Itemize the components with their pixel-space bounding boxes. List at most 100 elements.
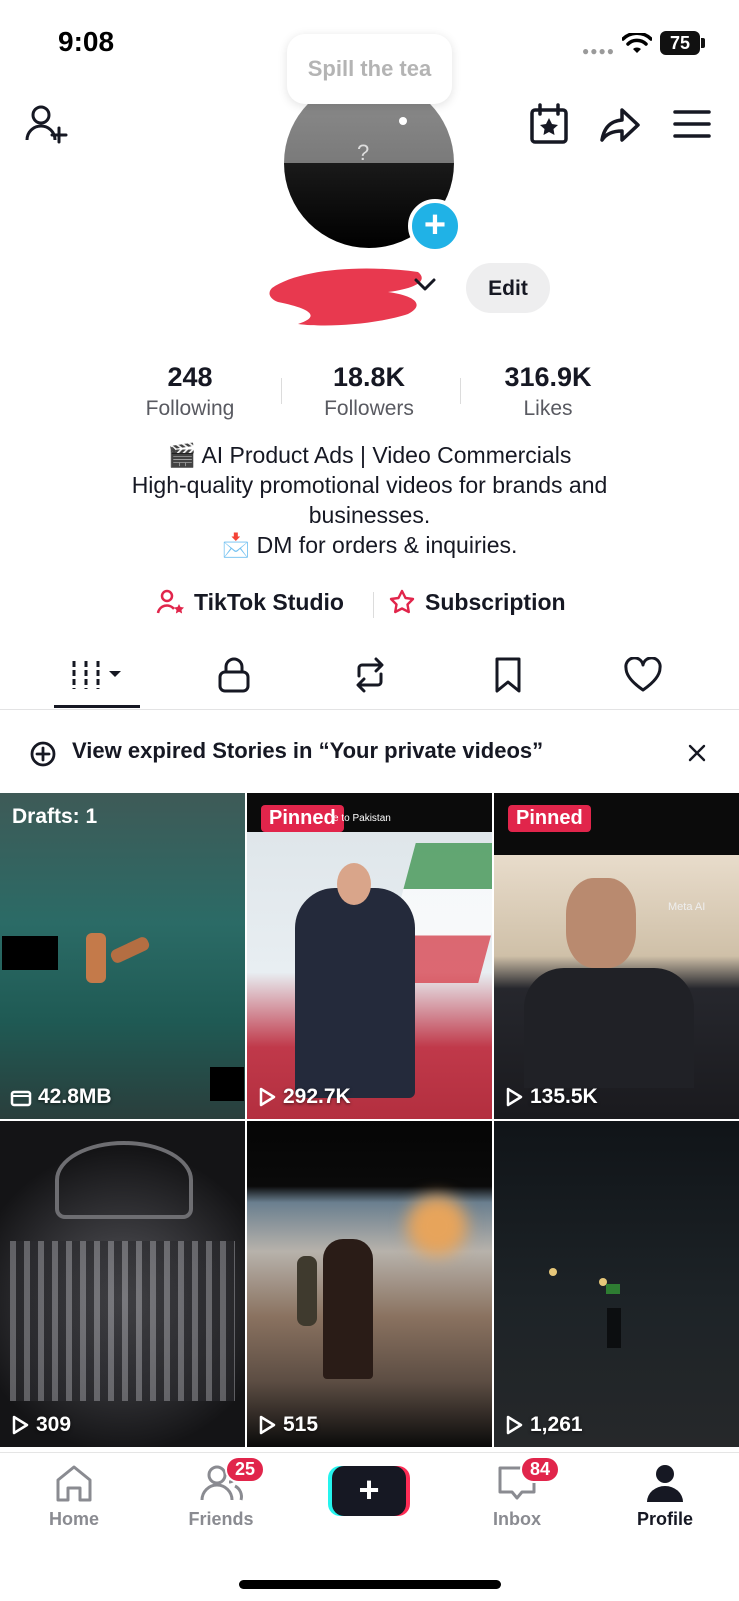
chevron-down-icon[interactable] (412, 276, 438, 294)
play-icon (506, 1415, 523, 1435)
thumbnail-light (549, 1268, 557, 1276)
stat-likes[interactable]: 316.9K Likes (473, 362, 623, 421)
stat-following[interactable]: 248 Following (115, 362, 265, 421)
thumbnail-figure (295, 888, 415, 1098)
stat-divider (281, 378, 282, 404)
cellular-signal-icon: ●●●● (582, 44, 615, 58)
video-tile[interactable]: 1,261 (494, 1121, 739, 1447)
create-video-button[interactable]: + (332, 1466, 406, 1516)
nav-label: Friends (188, 1509, 254, 1529)
bio-line: High-quality promotional videos for bran… (131, 472, 608, 498)
stat-label: Likes (523, 397, 573, 420)
view-count: 292.7K (257, 1085, 351, 1109)
active-tab-indicator (54, 705, 140, 708)
subscription-star-icon (389, 589, 415, 614)
play-icon (506, 1087, 523, 1107)
play-icon (259, 1087, 276, 1107)
nav-label: Profile (636, 1509, 693, 1529)
grid-videos-icon (72, 661, 121, 689)
thumbnail-figure (297, 1256, 317, 1326)
home-icon (56, 1465, 92, 1502)
close-icon[interactable] (686, 742, 708, 764)
redacted-username (269, 268, 422, 326)
draft-video-tile[interactable]: Drafts: 1 42.8MB (0, 793, 245, 1119)
subscription-link[interactable]: Subscription (387, 588, 566, 616)
stat-value: 18.8K (332, 362, 406, 392)
view-count: 1,261 (504, 1413, 583, 1437)
friends-notification-badge: 25 (225, 1456, 266, 1483)
play-icon (259, 1415, 276, 1435)
stat-label: Following (145, 397, 235, 420)
bio-line: businesses. (308, 502, 431, 528)
watermark-block (2, 936, 58, 970)
wifi-icon (622, 33, 652, 53)
thumbnail-face (337, 863, 371, 905)
thumbnail-figure (524, 968, 694, 1088)
envelope-icon: 📩 (221, 532, 251, 558)
thumbnail-figure (86, 933, 106, 983)
share-icon[interactable] (598, 102, 644, 148)
nav-profile[interactable]: Profile (610, 1462, 720, 1530)
view-count: 309 (10, 1413, 71, 1437)
stat-label: Followers (324, 397, 414, 420)
bio-line: 🎬 AI Product Ads | Video Commercials (40, 440, 699, 470)
nav-home[interactable]: Home (19, 1462, 129, 1530)
tiktok-studio-link[interactable]: TikTok Studio (156, 588, 344, 616)
flag-image (606, 1284, 620, 1294)
pinned-badge: Pinned (508, 805, 591, 832)
thumbnail-fire (407, 1196, 467, 1256)
thumbnail-figure (607, 1308, 621, 1348)
add-story-button[interactable]: + (408, 199, 462, 253)
calendar-star-icon[interactable] (527, 102, 573, 148)
link-label: Subscription (425, 588, 566, 615)
link-divider (373, 592, 374, 618)
thumbnail-shape (10, 1241, 235, 1401)
tab-saved[interactable] (478, 653, 538, 697)
video-tile[interactable]: 515 (247, 1121, 492, 1447)
home-indicator (239, 1580, 501, 1589)
bookmark-icon (495, 657, 521, 693)
stat-value: 316.9K (504, 362, 592, 392)
thumbnail-face (566, 878, 636, 968)
tab-videos[interactable] (68, 653, 128, 697)
meta-ai-watermark: Meta AI (668, 901, 706, 913)
video-tile[interactable]: 309 (0, 1121, 245, 1447)
bio-text: DM for orders & inquiries. (256, 532, 518, 558)
heart-icon (624, 657, 662, 692)
profile-icon (647, 1465, 683, 1502)
nav-label: Inbox (493, 1509, 541, 1529)
drafts-count: Drafts: 1 (12, 805, 98, 828)
stat-followers[interactable]: 18.8K Followers (294, 362, 444, 421)
play-icon (12, 1415, 29, 1435)
tab-reposts[interactable] (340, 653, 400, 697)
tabs-divider (0, 709, 739, 710)
stat-divider (460, 378, 461, 404)
pinned-video-tile[interactable]: Pinned Meta AI 135.5K (494, 793, 739, 1119)
clapperboard-icon: 🎬 (167, 442, 197, 468)
edit-profile-button[interactable]: Edit (466, 263, 550, 313)
draft-size: 42.8MB (10, 1085, 112, 1109)
bio-text: AI Product Ads | Video Commercials (201, 442, 572, 468)
watermark-block (210, 1067, 244, 1101)
bio-line: 📩 DM for orders & inquiries. (40, 530, 699, 560)
tab-liked[interactable] (613, 653, 673, 697)
story-prompt-tooltip[interactable]: Spill the tea (287, 34, 452, 104)
battery-tip (701, 38, 705, 48)
status-time: 9:08 (58, 26, 115, 57)
lock-icon (218, 657, 250, 693)
pinned-video-tile[interactable]: Pinned e to Pakistan 292.7K (247, 793, 492, 1119)
inbox-notification-badge: 84 (520, 1456, 561, 1483)
avatar-placeholder: ? (357, 140, 370, 165)
stat-value: 248 (167, 362, 213, 392)
menu-icon[interactable] (670, 102, 716, 148)
expired-stories-banner[interactable]: View expired Stories in “Your private vi… (72, 738, 543, 764)
view-count: 135.5K (504, 1085, 598, 1109)
add-friend-icon[interactable] (24, 102, 70, 148)
tab-private[interactable] (204, 653, 264, 697)
creator-studio-icon (156, 589, 184, 614)
battery-icon: 75 (660, 31, 700, 55)
repost-icon (356, 657, 384, 693)
link-label: TikTok Studio (194, 588, 344, 615)
pinned-badge: Pinned (261, 805, 344, 832)
nav-label: Home (48, 1509, 99, 1529)
